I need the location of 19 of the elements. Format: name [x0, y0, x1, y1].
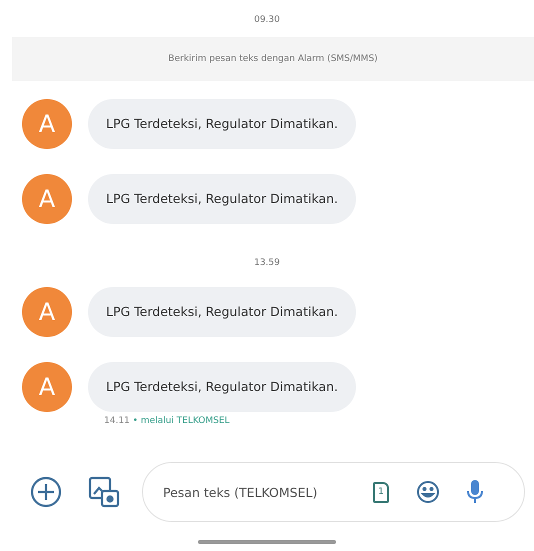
microphone-icon[interactable]: [466, 479, 484, 505]
message-input-field[interactable]: Pesan teks (TELKOMSEL) 1: [142, 462, 525, 522]
sim-slot-icon[interactable]: 1: [373, 482, 389, 502]
message-bubble: LPG Terdeteksi, Regulator Dimatikan.: [88, 98, 356, 148]
message-bubble: LPG Terdeteksi, Regulator Dimatikan.: [88, 286, 356, 336]
delivery-status: • melalui TELKOMSEL: [132, 416, 230, 426]
gallery-icon[interactable]: [88, 476, 120, 508]
delivery-time: 14.11: [104, 416, 130, 426]
timestamp: 09.30: [254, 14, 280, 27]
timestamp: 13.59: [254, 257, 280, 270]
message-bubble: LPG Terdeteksi, Regulator Dimatikan.: [88, 362, 356, 412]
message-bubble: LPG Terdeteksi, Regulator Dimatikan.: [88, 174, 356, 224]
emoji-icon[interactable]: [416, 480, 440, 504]
add-icon[interactable]: [30, 476, 62, 508]
notice-text: Berkirim pesan teks dengan Alarm (SMS/MMS): [12, 37, 534, 81]
contact-avatar[interactable]: A: [22, 362, 72, 412]
contact-avatar[interactable]: A: [22, 98, 72, 148]
contact-avatar[interactable]: A: [22, 174, 72, 224]
contact-avatar[interactable]: A: [22, 286, 72, 336]
